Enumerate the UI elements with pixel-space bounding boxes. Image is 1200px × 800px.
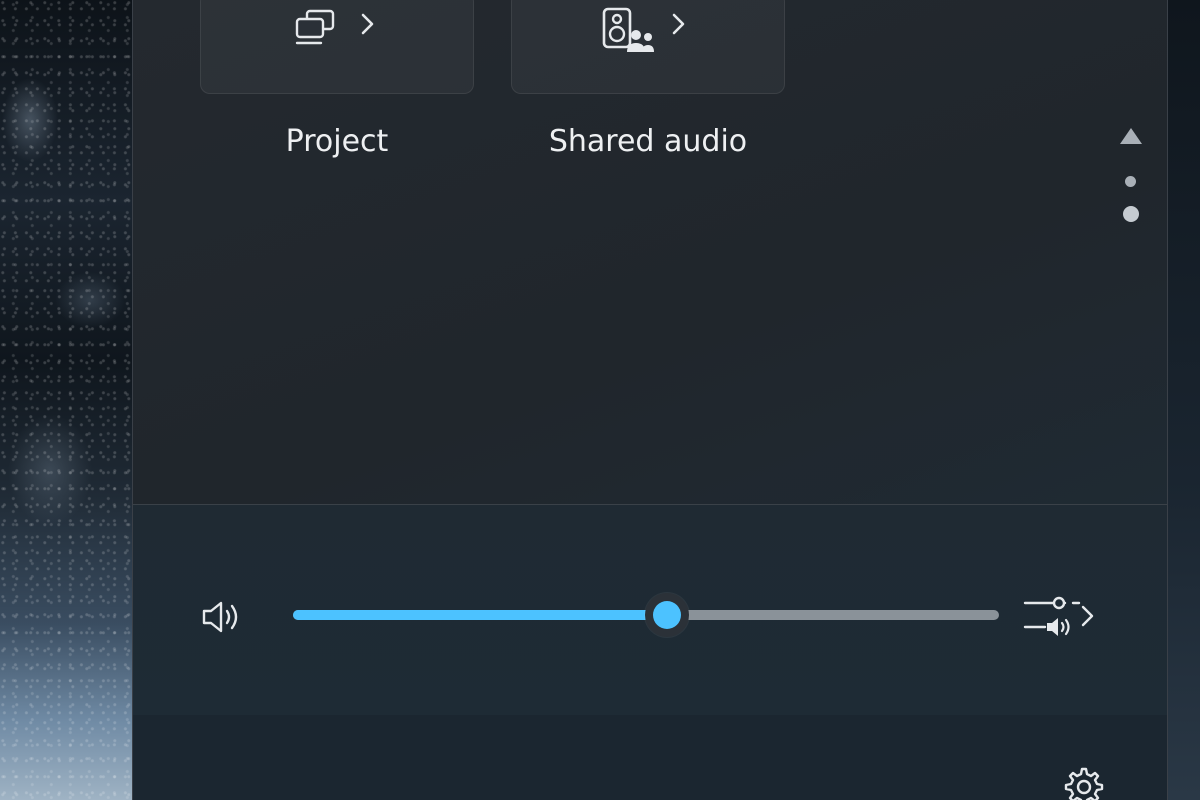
- sound-output-button[interactable]: [1021, 593, 1111, 643]
- page-dot-1[interactable]: [1125, 176, 1136, 187]
- shared-audio-tile-label: Shared audio: [548, 124, 748, 159]
- speaker-icon[interactable]: [199, 597, 245, 641]
- shared-audio-icon: [600, 5, 656, 65]
- project-icon: [291, 5, 341, 49]
- volume-row: [133, 505, 1167, 715]
- chevron-right-icon: [357, 11, 377, 41]
- quick-settings-flyout: Project Shared audio: [132, 0, 1168, 800]
- desktop-wallpaper: [0, 0, 132, 800]
- project-tile-label: Project: [285, 124, 389, 159]
- shared-audio-tile-button[interactable]: [511, 0, 785, 94]
- quick-settings-tiles: Project Shared audio: [133, 0, 1167, 504]
- volume-slider-fill: [293, 610, 668, 620]
- desktop-wallpaper-edge: [1166, 0, 1200, 800]
- desktop: Project Shared audio: [0, 0, 1200, 800]
- volume-slider[interactable]: [293, 593, 999, 637]
- page-dot-2-active[interactable]: [1123, 206, 1139, 222]
- page-indicator: [1113, 122, 1143, 232]
- quick-settings-footer: [133, 715, 1167, 800]
- triangle-up-icon[interactable]: [1117, 124, 1145, 152]
- gear-icon[interactable]: [1059, 763, 1105, 800]
- chevron-right-icon: [668, 11, 688, 41]
- project-tile-button[interactable]: [200, 0, 474, 94]
- sound-mixer-icon: [1023, 596, 1094, 636]
- volume-slider-thumb[interactable]: [645, 593, 690, 637]
